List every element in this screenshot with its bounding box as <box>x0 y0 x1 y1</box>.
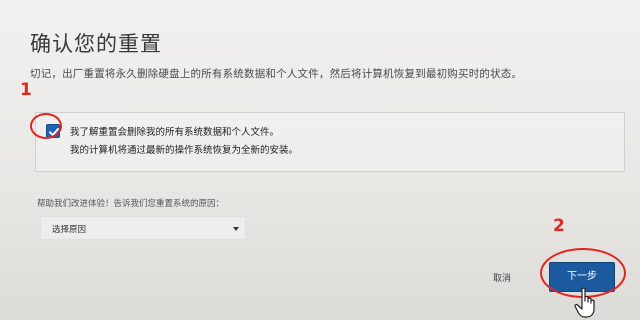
cancel-button[interactable]: 取消 <box>476 268 528 290</box>
annotation-number-1: 1 <box>20 80 32 100</box>
annotation-circle-checkbox <box>30 113 62 139</box>
chevron-down-icon <box>233 227 239 231</box>
reason-select[interactable]: 选择原因 <box>40 216 246 240</box>
page-title: 确认您的重置 <box>30 32 162 56</box>
hand-pointer-icon <box>574 287 595 318</box>
confirm-checkbox-label[interactable]: 我了解重置会删除我的所有系统数据和个人文件。 <box>70 124 279 138</box>
confirm-checkbox-subtext: 我的计算机将通过最新的操作系统恢复为全新的安装。 <box>70 145 299 156</box>
feedback-prompt: 帮助我们改进体验！告诉我们您重置系统的原因： <box>37 199 225 209</box>
reason-select-value: 选择原因 <box>52 225 87 235</box>
reset-warning-text: 切记，出厂重置将永久删除硬盘上的所有系统数据和个人文件，然后将计算机恢复到最初购… <box>30 68 523 80</box>
confirmation-box: 我了解重置会删除我的所有系统数据和个人文件。 我的计算机将通过最新的操作系统恢复… <box>35 112 625 172</box>
annotation-number-2: 2 <box>553 216 565 236</box>
